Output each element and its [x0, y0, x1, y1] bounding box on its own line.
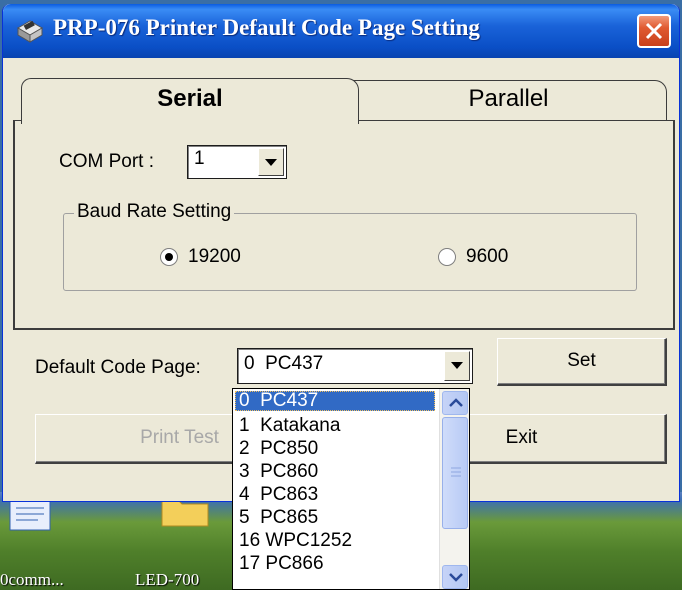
scroll-down-button[interactable] — [442, 565, 468, 589]
scroll-thumb[interactable] — [442, 417, 468, 529]
list-item[interactable]: 17 PC866 — [235, 554, 435, 574]
window-title: PRP-076 Printer Default Code Page Settin… — [53, 15, 480, 40]
baud-rate-group: Baud Rate Setting 19200 9600 — [63, 201, 637, 291]
com-port-value: 1 — [194, 148, 205, 169]
scroll-up-button[interactable] — [442, 391, 468, 415]
com-port-label: COM Port : — [59, 151, 155, 172]
list-item[interactable]: 2 PC850 — [235, 439, 435, 459]
dropdown-button[interactable] — [444, 351, 470, 381]
baud-rate-group-title: Baud Rate Setting — [74, 201, 235, 223]
baud-9600-radio[interactable] — [438, 248, 456, 266]
chevron-down-icon — [451, 362, 463, 369]
baud-19200-radio[interactable] — [160, 248, 178, 266]
list-item[interactable]: 3 PC860 — [235, 462, 435, 482]
close-icon — [645, 22, 663, 40]
tab-parallel[interactable]: Parallel — [350, 80, 667, 120]
chevron-down-icon — [449, 573, 463, 582]
close-button[interactable] — [637, 14, 671, 48]
list-item[interactable]: 16 WPC1252 — [235, 531, 435, 551]
code-page-dropdown-list[interactable]: 0 PC437 1 Katakana 2 PC850 3 PC860 4 PC8… — [232, 388, 470, 590]
title-bar[interactable]: PRP-076 Printer Default Code Page Settin… — [3, 4, 679, 58]
printer-icon — [15, 16, 45, 46]
list-item[interactable]: 0 PC437 — [235, 391, 435, 411]
baud-9600-label[interactable]: 9600 — [466, 246, 508, 268]
baud-19200-label[interactable]: 19200 — [188, 246, 241, 268]
tab-serial[interactable]: Serial — [21, 78, 359, 124]
list-item[interactable]: 4 PC863 — [235, 485, 435, 505]
set-button[interactable]: Set — [497, 338, 667, 386]
list-item[interactable]: 1 Katakana — [235, 416, 435, 436]
chevron-down-icon — [265, 159, 277, 166]
serial-tab-panel: COM Port : 1 Baud Rate Setting 19200 960… — [13, 120, 675, 330]
grip-icon — [451, 467, 461, 477]
scrollbar[interactable] — [439, 389, 469, 589]
code-page-select[interactable]: 0 PC437 — [237, 348, 473, 384]
default-code-page-label: Default Code Page: — [35, 357, 201, 378]
dropdown-button[interactable] — [258, 148, 284, 176]
desktop-icon-label[interactable]: 0comm... — [0, 570, 64, 590]
code-page-value: 0 PC437 — [244, 353, 324, 374]
chevron-up-icon — [449, 398, 463, 407]
com-port-select[interactable]: 1 — [187, 145, 287, 179]
desktop-icon-label[interactable]: LED-700 — [135, 570, 199, 590]
list-item[interactable]: 5 PC865 — [235, 508, 435, 528]
